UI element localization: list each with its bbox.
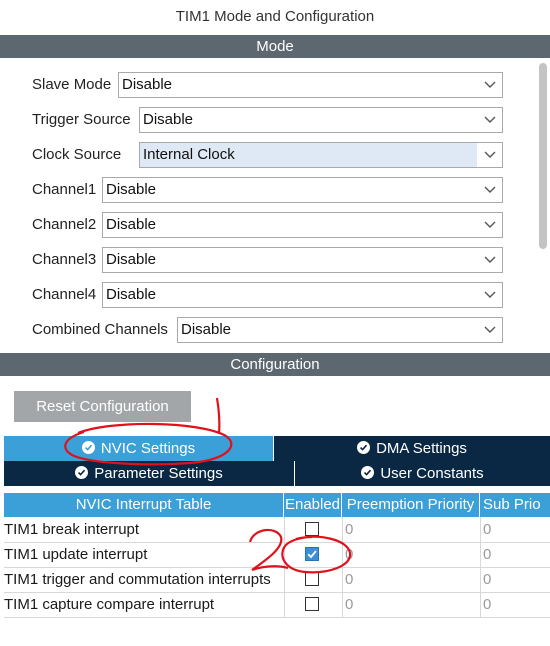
annotation-mark-1: 1 bbox=[0, 0, 1, 1]
annotation-number-1 bbox=[215, 397, 221, 435]
annotation-ellipse-update bbox=[281, 535, 352, 574]
annotation-ellipse-nvic bbox=[64, 422, 233, 466]
annotation-mark-2: 2 bbox=[0, 0, 1, 1]
annotation-overlay: 1 2 bbox=[0, 0, 352, 574]
